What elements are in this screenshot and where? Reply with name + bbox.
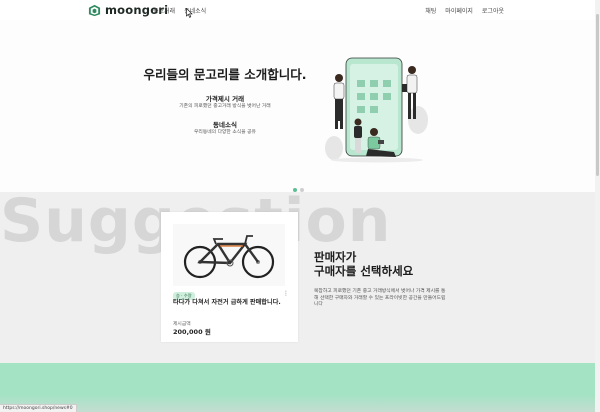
- top-nav: moongori 중고거래 동네소식 채팅 마이페이지 로그아웃: [0, 0, 600, 20]
- section-fade: [0, 395, 595, 412]
- suggestion-description: 복잡하고 피로했던 기존 중고 거래방식에서 벗어나 가격 제시를 통해 선택한…: [314, 289, 446, 307]
- nav-used-trade[interactable]: 중고거래: [153, 6, 175, 15]
- product-card[interactable]: 승 · 수량 ⋮ 타다가 다쳐서 자전거 급하게 판매합니다. 제시금액 200…: [161, 212, 298, 342]
- suggestion-heading: 판매자가 구매자를 선택하세요: [314, 250, 413, 278]
- logo-icon: [88, 4, 101, 16]
- hero-section: 우리들의 문고리를 소개합니다. 가격제시 거래 기존의 피로했던 중고거래 방…: [0, 20, 595, 192]
- status-bar-url: https://moongori.shop/news#0: [0, 404, 77, 412]
- scrollbar-thumb[interactable]: [596, 14, 599, 176]
- price-value: 200,000 원: [173, 328, 211, 336]
- feature-desc-price-offer: 기존의 피로했던 중고거래 방식을 벗어난 거래: [179, 104, 271, 109]
- nav-logout[interactable]: 로그아웃: [482, 6, 504, 15]
- bicycle-image: [183, 235, 275, 279]
- more-options-icon[interactable]: ⋮: [283, 290, 289, 297]
- user-nav: 채팅 마이페이지 로그아웃: [425, 6, 504, 15]
- hero-title: 우리들의 문고리를 소개합니다.: [143, 67, 307, 82]
- page-scrollbar[interactable]: [595, 0, 600, 412]
- suggestion-section: Suggestion 승 · 수량 ⋮ 타다가 다쳐서 자전거 급하게 판매합니…: [0, 192, 595, 363]
- suggestion-heading-line-1: 판매자가: [314, 250, 357, 264]
- nav-chat[interactable]: 채팅: [425, 6, 436, 15]
- product-image: [173, 224, 285, 286]
- feature-desc-news: 우리동네의 다양한 소식을 공유: [194, 130, 256, 135]
- people-with-phone-illustration: [325, 57, 428, 163]
- nav-my-page[interactable]: 마이페이지: [445, 6, 473, 15]
- product-title: 타다가 다쳐서 자전거 급하게 판매합니다.: [173, 299, 281, 306]
- suggestion-heading-line-2: 구매자를 선택하세요: [314, 264, 414, 278]
- primary-nav: 중고거래 동네소식: [153, 6, 206, 15]
- mouse-cursor-icon: [186, 8, 193, 18]
